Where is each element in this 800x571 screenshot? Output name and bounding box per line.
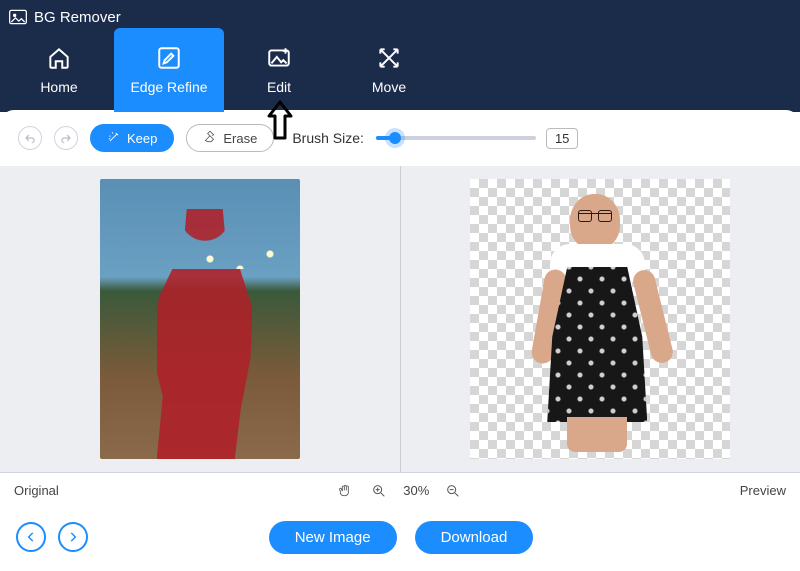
eraser-icon [203, 130, 217, 147]
brand-icon [8, 7, 28, 27]
nav-move[interactable]: Move [334, 28, 444, 112]
keep-button[interactable]: Keep [90, 124, 174, 152]
brush-size-label: Brush Size: [292, 130, 364, 146]
brush-size-value[interactable]: 15 [546, 128, 578, 149]
preview-label: Preview [740, 483, 786, 498]
edge-refine-icon [156, 45, 182, 71]
nav-edit[interactable]: Edit [224, 28, 334, 112]
preview-image [470, 179, 730, 459]
brand: BG Remover [0, 0, 800, 28]
brand-name: BG Remover [34, 9, 121, 26]
next-image-button[interactable] [58, 522, 88, 552]
brush-size-slider[interactable] [376, 136, 536, 140]
pan-tool-button[interactable] [335, 481, 355, 501]
keep-label: Keep [127, 131, 157, 146]
move-icon [376, 45, 402, 71]
nav-label: Move [372, 79, 406, 95]
nav-label: Edge Refine [130, 79, 207, 95]
prev-image-button[interactable] [16, 522, 46, 552]
nav-label: Edit [267, 79, 291, 95]
new-image-button[interactable]: New Image [269, 521, 397, 554]
app-header: BG Remover Home Edge Refine Edit Move [0, 0, 800, 112]
zoom-in-button[interactable] [369, 481, 389, 501]
workarea [0, 166, 800, 472]
erase-button[interactable]: Erase [186, 124, 274, 152]
zoom-value: 30% [403, 483, 429, 498]
undo-button[interactable] [18, 126, 42, 150]
edit-toolbar: Keep Erase Brush Size: 15 [0, 110, 800, 166]
main-nav: Home Edge Refine Edit Move [0, 28, 800, 112]
nav-home[interactable]: Home [4, 28, 114, 112]
footer-bar: New Image Download [0, 508, 800, 566]
original-image [100, 179, 300, 459]
zoom-out-button[interactable] [443, 481, 463, 501]
preview-pane[interactable] [400, 166, 800, 472]
slider-thumb[interactable] [389, 132, 401, 144]
wand-icon [107, 130, 121, 147]
original-label: Original [14, 483, 59, 498]
nav-label: Home [40, 79, 77, 95]
download-button[interactable]: Download [415, 521, 534, 554]
statusbar: Original 30% Preview [0, 472, 800, 508]
cutout-person [535, 189, 665, 449]
home-icon [46, 45, 72, 71]
redo-button[interactable] [54, 126, 78, 150]
edit-icon [266, 45, 292, 71]
erase-label: Erase [223, 131, 257, 146]
brush-size-control: 15 [376, 128, 586, 149]
original-pane[interactable] [0, 166, 400, 472]
nav-edge-refine[interactable]: Edge Refine [114, 28, 224, 112]
